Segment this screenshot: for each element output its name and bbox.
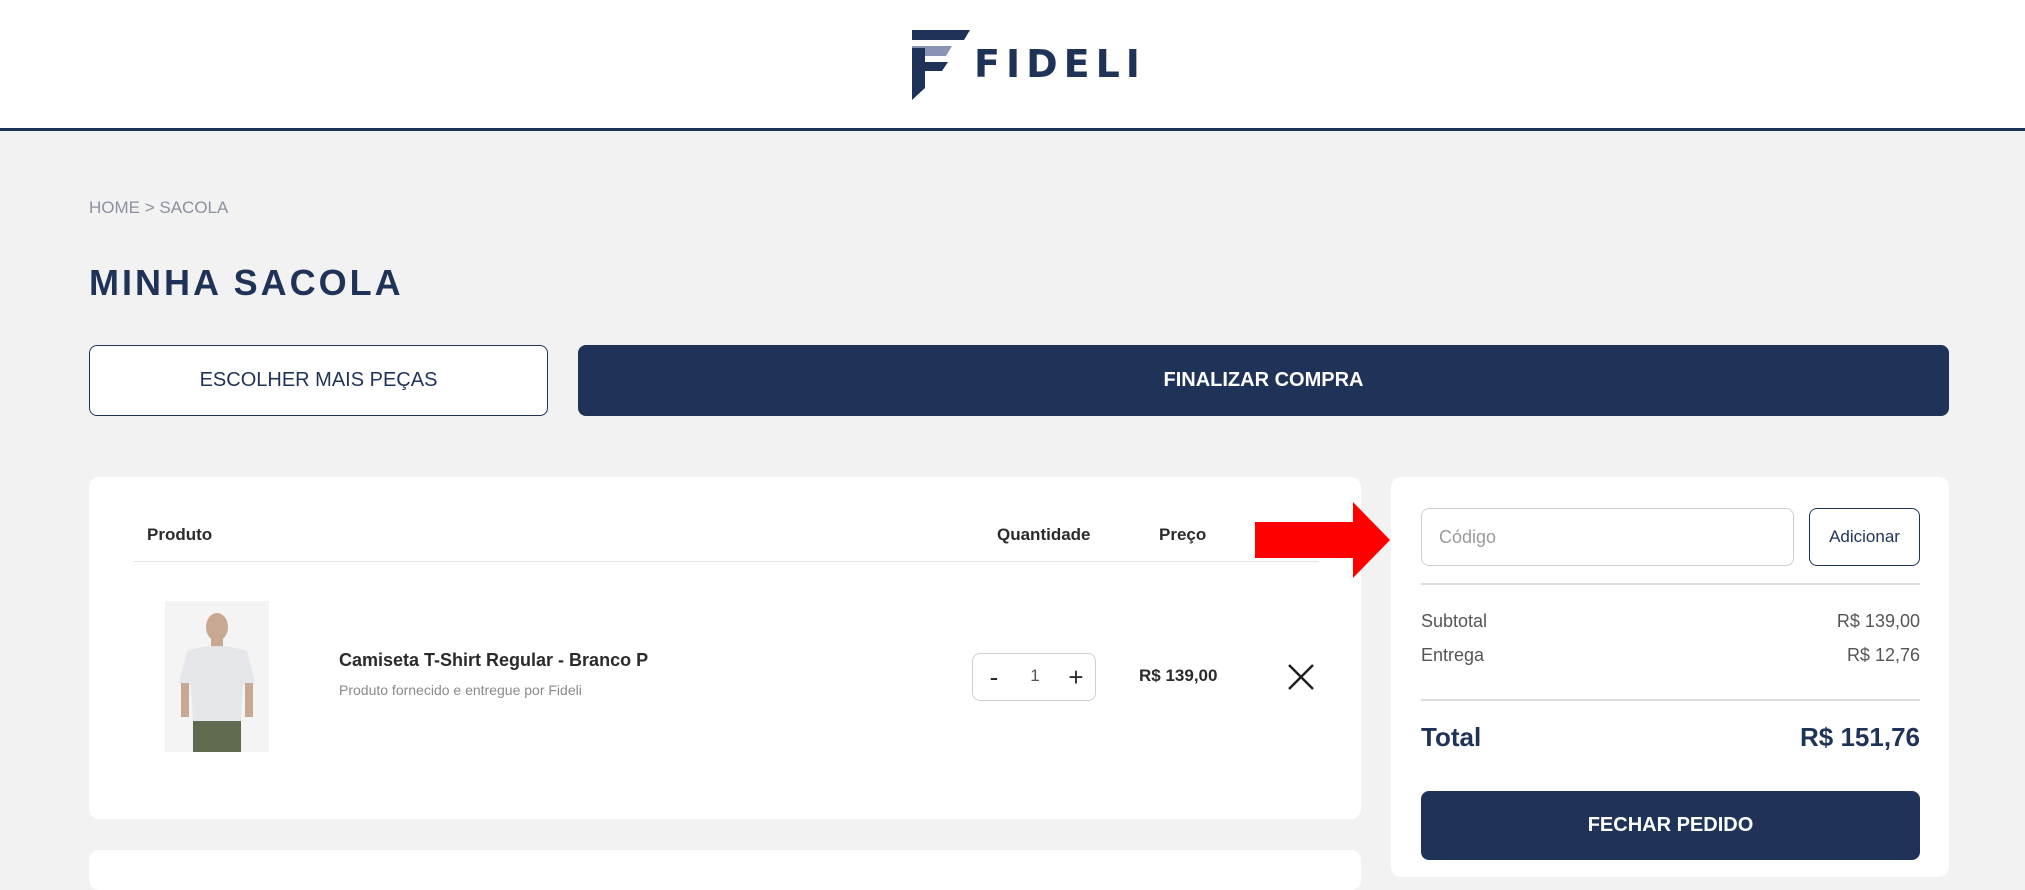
site-header: FIDELI [0, 0, 2025, 131]
cart-table: Produto Quantidade Preço Camiseta T-Shir… [89, 477, 1361, 819]
total-label: Total [1421, 722, 1482, 752]
subtotal-value: R$ 139,00 [1836, 611, 1920, 631]
logo-mark-icon [912, 30, 970, 100]
item-price: R$ 139,00 [1139, 666, 1218, 685]
product-name[interactable]: Camiseta T-Shirt Regular - Branco P [339, 650, 648, 671]
page-title: MINHA SACOLA [89, 262, 404, 303]
quantity-value[interactable]: 1 [1013, 666, 1057, 686]
shipping-value: R$ 12,76 [1846, 645, 1920, 665]
red-arrow-icon [1255, 502, 1390, 578]
header-divider [134, 561, 1319, 562]
decrease-quantity-button[interactable]: - [979, 660, 1009, 694]
total-value: R$ 151,76 [1800, 722, 1920, 752]
continue-shopping-button[interactable]: ESCOLHER MAIS PEÇAS [89, 345, 548, 416]
quantity-stepper: - 1 + [972, 653, 1096, 701]
header-price: Preço [1159, 525, 1207, 544]
increase-quantity-button[interactable]: + [1061, 660, 1091, 694]
apply-coupon-button[interactable]: Adicionar [1809, 508, 1920, 566]
cart-card-secondary [89, 850, 1361, 890]
product-seller: Produto fornecido e entregue por Fideli [339, 682, 582, 698]
coupon-code-input[interactable] [1421, 508, 1794, 566]
logo-text: FIDELI [974, 42, 1146, 86]
header-product: Produto [147, 525, 213, 544]
summary-divider [1421, 699, 1920, 701]
fideli-logo[interactable]: FIDELI [912, 28, 1142, 102]
summary-divider [1421, 583, 1920, 585]
order-summary: Adicionar Subtotal R$ 139,00 Entrega R$ … [1391, 477, 1949, 877]
header-quantity: Quantidade [997, 525, 1091, 544]
subtotal-label: Subtotal [1421, 611, 1488, 631]
close-icon[interactable] [1281, 657, 1321, 697]
finalize-purchase-button[interactable]: FINALIZAR COMPRA [578, 345, 1949, 416]
product-image[interactable] [165, 601, 269, 752]
place-order-button[interactable]: FECHAR PEDIDO [1421, 791, 1920, 860]
shipping-label: Entrega [1421, 645, 1485, 665]
breadcrumb[interactable]: HOME > SACOLA [89, 198, 228, 218]
